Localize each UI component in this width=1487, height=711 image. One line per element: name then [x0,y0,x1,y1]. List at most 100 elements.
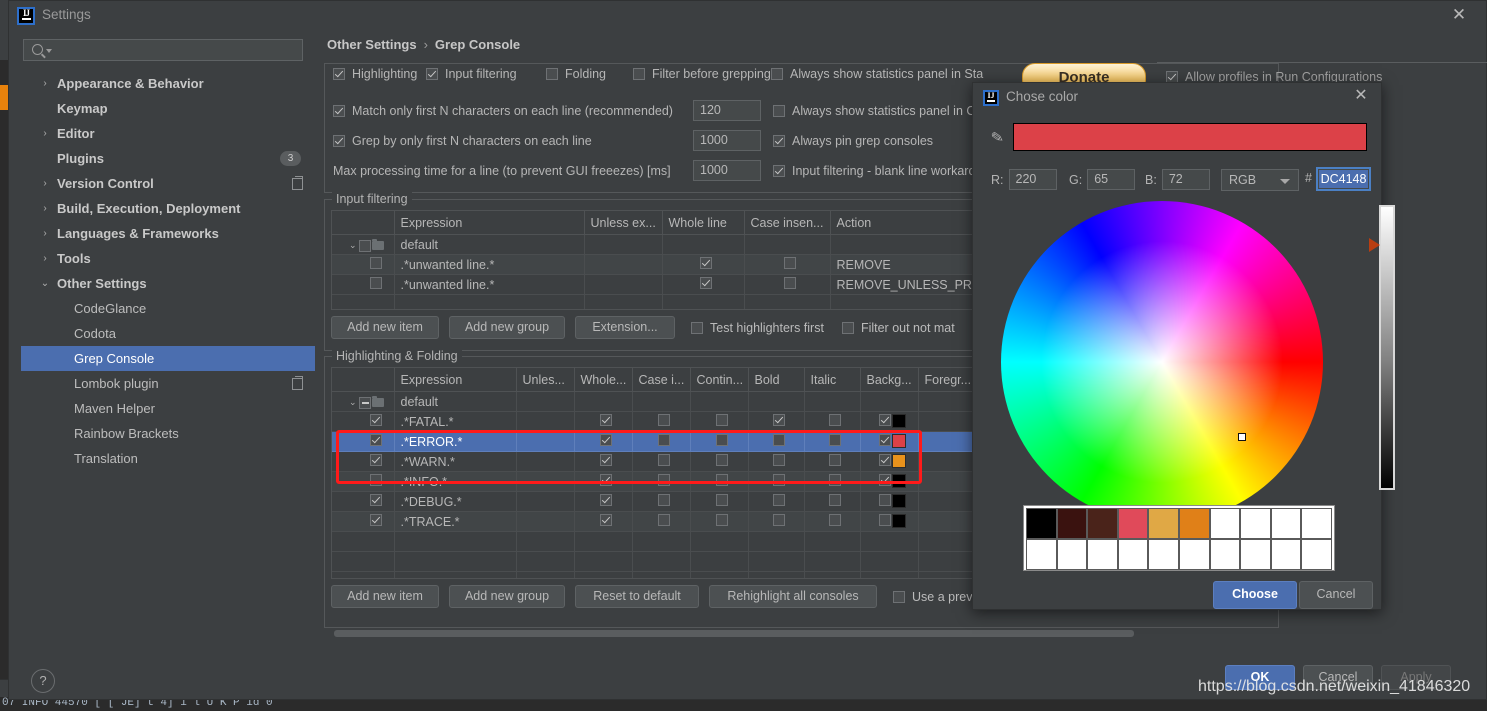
highlighting-column-header[interactable]: Case i... [632,368,690,392]
unless-expression-cell[interactable] [516,412,574,432]
color-swatch[interactable] [892,414,906,428]
expression-cell[interactable]: .*unwanted line.* [394,275,584,295]
palette-swatch[interactable] [1026,539,1057,570]
match-first-n-checkbox[interactable] [333,105,345,117]
cell-checkbox[interactable] [773,434,785,446]
sidebar-item-appearance-behavior[interactable]: ›Appearance & Behavior [21,71,315,96]
case-insensitive-cell[interactable] [632,512,690,532]
cell-checkbox[interactable] [370,257,382,269]
palette-row-1[interactable] [1026,508,1332,539]
chevron-right-icon[interactable]: › [39,246,51,271]
italic-cell[interactable] [804,452,860,472]
expression-cell[interactable]: .*WARN.* [394,452,516,472]
cell-checkbox[interactable] [370,434,382,446]
expression-cell[interactable]: .*INFO.* [394,472,516,492]
continue-matching-cell[interactable] [690,412,748,432]
cell-checkbox[interactable] [600,494,612,506]
cell-checkbox[interactable] [879,494,891,506]
cell-checkbox[interactable] [359,397,371,409]
italic-cell[interactable] [804,472,860,492]
palette-swatch[interactable] [1087,508,1118,539]
green-channel-input[interactable]: 65 [1087,169,1135,190]
stats-console-checkbox[interactable] [773,105,785,117]
palette-swatch[interactable] [1301,508,1332,539]
palette-swatch[interactable] [1057,539,1088,570]
palette-swatch[interactable] [1240,539,1271,570]
sidebar-item-codeglance[interactable]: CodeGlance [21,296,315,321]
whole-line-cell[interactable] [574,392,632,412]
hl-add-new-item-button[interactable]: Add new item [331,585,439,608]
cell-checkbox[interactable] [773,474,785,486]
whole-line-cell[interactable] [574,512,632,532]
sidebar-item-lombok-plugin[interactable]: Lombok plugin [21,371,315,396]
close-icon[interactable]: ✕ [1353,88,1369,104]
cell-checkbox[interactable] [716,434,728,446]
row-toggle-cell[interactable] [332,492,394,512]
expression-cell[interactable]: .*unwanted line.* [394,255,584,275]
sidebar-item-tools[interactable]: ›Tools [21,246,315,271]
cell-checkbox[interactable] [600,414,612,426]
expression-cell[interactable]: default [394,235,584,255]
sidebar-item-codota[interactable]: Codota [21,321,315,346]
cell-checkbox[interactable] [784,257,796,269]
sidebar-item-grep-console[interactable]: Grep Console [21,346,315,371]
row-toggle-cell[interactable] [332,412,394,432]
search-input[interactable] [23,39,303,61]
color-swatch[interactable] [892,494,906,508]
input-filtering-column-header[interactable]: Whole line [662,211,744,235]
case-insensitive-cell[interactable] [632,492,690,512]
cell-checkbox[interactable] [716,474,728,486]
red-channel-input[interactable]: 220 [1009,169,1057,190]
bold-cell[interactable] [748,412,804,432]
case-insensitive-cell[interactable] [744,275,830,295]
cell-checkbox[interactable] [658,474,670,486]
highlighting-column-header[interactable]: Italic [804,368,860,392]
palette-swatch[interactable] [1179,539,1210,570]
match-first-n-input[interactable]: 120 [693,100,761,121]
background-color-cell[interactable] [860,392,918,412]
sidebar-item-editor[interactable]: ›Editor [21,121,315,146]
cell-checkbox[interactable] [370,454,382,466]
sidebar-item-version-control[interactable]: ›Version Control [21,171,315,196]
cell-checkbox[interactable] [370,474,382,486]
palette-swatch[interactable] [1240,508,1271,539]
grep-first-n-input[interactable]: 1000 [693,130,761,151]
whole-line-cell[interactable] [574,492,632,512]
background-color-cell[interactable] [860,412,918,432]
cell-checkbox[interactable] [370,494,382,506]
cell-checkbox[interactable] [829,454,841,466]
palette-swatch[interactable] [1301,539,1332,570]
whole-line-cell[interactable] [662,275,744,295]
chevron-down-icon[interactable]: ⌄ [39,271,51,296]
case-insensitive-cell[interactable] [744,255,830,275]
cell-checkbox[interactable] [829,434,841,446]
chevron-right-icon[interactable]: › [39,121,51,146]
case-insensitive-cell[interactable] [744,235,830,255]
hex-input[interactable]: DC4148 [1316,167,1371,191]
bold-cell[interactable] [748,392,804,412]
cell-checkbox[interactable] [600,514,612,526]
option-checkbox[interactable] [771,68,783,80]
cell-checkbox[interactable] [658,434,670,446]
whole-line-cell[interactable] [574,472,632,492]
option-checkbox[interactable] [333,68,345,80]
color-wheel[interactable] [1001,201,1323,523]
test-highlighters-first-checkbox[interactable] [691,322,703,334]
brightness-slider[interactable] [1379,205,1395,490]
unless-expression-cell[interactable] [584,275,662,295]
unless-expression-cell[interactable] [516,452,574,472]
row-toggle-cell[interactable] [332,275,394,295]
cell-checkbox[interactable] [879,454,891,466]
color-swatch[interactable] [892,454,906,468]
chevron-right-icon[interactable]: › [39,221,51,246]
brightness-slider-marker[interactable] [1369,238,1380,252]
always-pin-checkbox[interactable] [773,135,785,147]
sidebar-item-build-execution-deployment[interactable]: ›Build, Execution, Deployment [21,196,315,221]
option-checkbox[interactable] [546,68,558,80]
cell-checkbox[interactable] [773,494,785,506]
continue-matching-cell[interactable] [690,392,748,412]
color-swatch[interactable] [892,474,906,488]
chevron-right-icon[interactable]: › [39,171,51,196]
row-toggle-cell[interactable] [332,452,394,472]
unless-expression-cell[interactable] [584,255,662,275]
